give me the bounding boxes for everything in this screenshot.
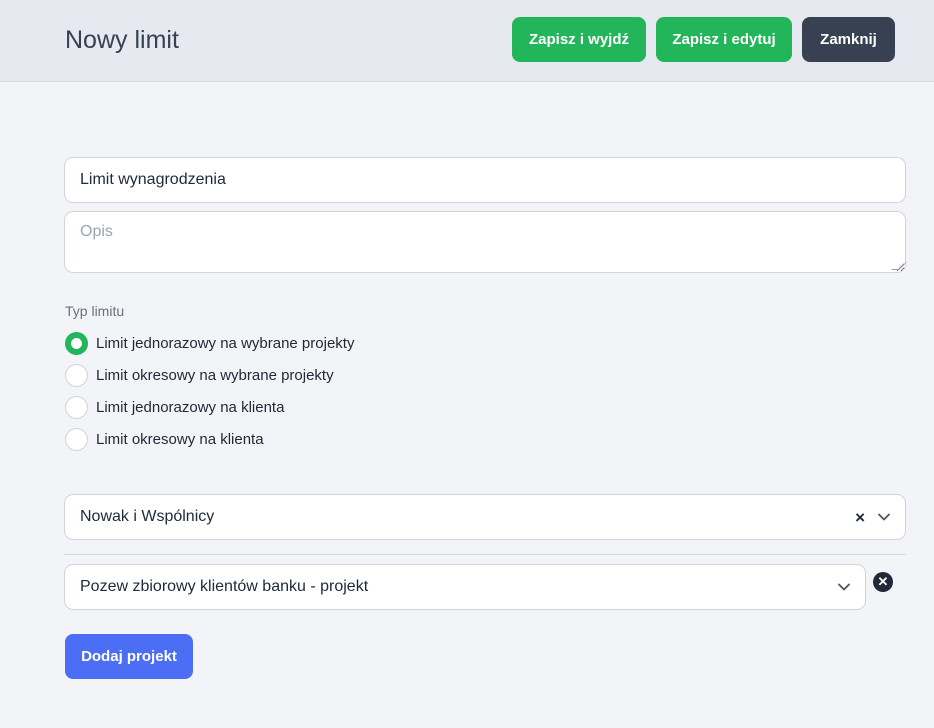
radio-unchecked-icon[interactable] — [65, 395, 88, 419]
radio-unchecked-icon[interactable] — [65, 363, 88, 387]
radio-option-periodic-client[interactable]: Limit okresowy na klienta — [65, 427, 465, 451]
radio-checked-icon[interactable] — [65, 331, 88, 355]
radio-option-one-time-projects[interactable]: Limit jednorazowy na wybrane projekty — [65, 331, 465, 355]
save-and-exit-button[interactable]: Zapisz i wyjdź — [512, 17, 646, 62]
description-textarea[interactable] — [64, 211, 906, 273]
radio-option-one-time-client[interactable]: Limit jednorazowy na klienta — [65, 395, 465, 419]
radio-label: Limit okresowy na wybrane projekty — [96, 366, 334, 384]
limit-type-label: Typ limitu — [65, 303, 125, 319]
radio-label: Limit jednorazowy na wybrane projekty — [96, 334, 355, 352]
limit-name-input[interactable] — [64, 157, 906, 203]
clear-selection-icon[interactable]: × — [855, 508, 865, 528]
radio-label: Limit jednorazowy na klienta — [96, 398, 285, 416]
close-button[interactable]: Zamknij — [802, 17, 895, 62]
divider — [64, 554, 906, 555]
project-select-value: Pozew zbiorowy klientów banku - projekt — [80, 578, 369, 595]
remove-project-icon[interactable]: ✕ — [873, 572, 893, 592]
chevron-down-icon[interactable] — [837, 580, 851, 594]
chevron-down-icon[interactable] — [877, 510, 891, 524]
client-select[interactable]: Nowak i Wspólnicy × — [64, 494, 906, 540]
radio-option-periodic-projects[interactable]: Limit okresowy na wybrane projekty — [65, 363, 465, 387]
radio-unchecked-icon[interactable] — [65, 427, 88, 451]
add-project-button[interactable]: Dodaj projekt — [65, 634, 193, 679]
page-title: Nowy limit — [65, 26, 179, 54]
header-bar: Nowy limit Zapisz i wyjdź Zapisz i edytu… — [0, 0, 934, 82]
project-select[interactable]: Pozew zbiorowy klientów banku - projekt — [64, 564, 866, 610]
save-and-edit-button[interactable]: Zapisz i edytuj — [656, 17, 792, 62]
client-select-value: Nowak i Wspólnicy — [80, 508, 215, 525]
radio-label: Limit okresowy na klienta — [96, 430, 264, 448]
